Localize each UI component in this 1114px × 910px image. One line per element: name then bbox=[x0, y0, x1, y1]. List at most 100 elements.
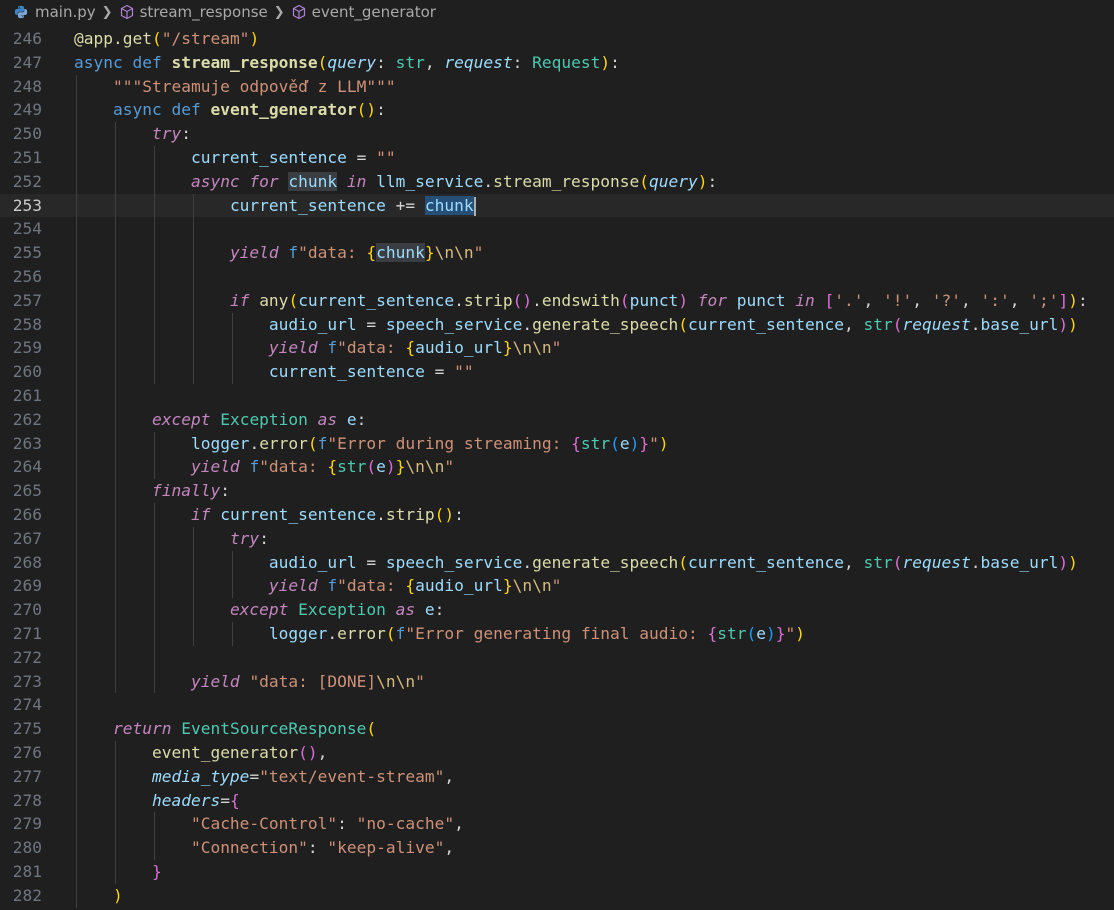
code-token: \n\n bbox=[434, 243, 474, 263]
code-token: " bbox=[785, 624, 796, 643]
line-number: 262 bbox=[12, 409, 42, 429]
code-token: if bbox=[190, 505, 221, 524]
code-token: , bbox=[843, 314, 864, 334]
code-line[interactable]: 250 try: bbox=[0, 122, 1114, 146]
code-text: media_type="text/event-stream", bbox=[74, 765, 454, 789]
code-line[interactable]: 251 current_sentence = "" bbox=[0, 146, 1114, 170]
code-token: , bbox=[424, 52, 445, 72]
code-token: ) bbox=[1068, 290, 1079, 310]
code-token: current_sentence bbox=[688, 552, 844, 572]
line-number: 274 bbox=[12, 695, 42, 715]
code-line[interactable]: 248 """Streamuje odpověď z LLM""" bbox=[0, 75, 1114, 99]
code-token: "Connection" bbox=[190, 838, 308, 858]
code-token: "no-cache" bbox=[356, 814, 455, 834]
code-token: : bbox=[707, 171, 718, 191]
code-line[interactable]: 254 bbox=[0, 217, 1114, 241]
code-line[interactable]: 267 try: bbox=[0, 527, 1114, 551]
line-number: 275 bbox=[12, 719, 42, 739]
code-token: : bbox=[307, 838, 328, 858]
code-token: ':' bbox=[980, 290, 1010, 310]
code-line[interactable]: 274 bbox=[0, 693, 1114, 717]
code-line[interactable]: 249 async def event_generator(): bbox=[0, 98, 1114, 122]
code-token: \n\n bbox=[512, 576, 552, 596]
code-token: async for bbox=[190, 171, 289, 191]
code-line[interactable]: 271 logger.error(f"Error generating fina… bbox=[0, 622, 1114, 646]
code-token: Exception bbox=[220, 409, 308, 429]
code-line[interactable]: 276 event_generator(), bbox=[0, 741, 1114, 765]
code-line[interactable]: 275 return EventSourceResponse( bbox=[0, 717, 1114, 741]
code-text: "Connection": "keep-alive", bbox=[74, 836, 454, 860]
code-line[interactable]: 264 yield f"data: {str(e)}\n\n" bbox=[0, 455, 1114, 479]
code-token: " bbox=[649, 433, 659, 453]
line-number: 273 bbox=[12, 671, 42, 691]
code-text: @app.get("/stream") bbox=[74, 27, 259, 51]
code-token: async def bbox=[112, 100, 211, 120]
code-line[interactable]: 279 "Cache-Control": "no-cache", bbox=[0, 812, 1114, 836]
code-line[interactable]: 268 audio_url = speech_service.generate_… bbox=[0, 551, 1114, 575]
code-text: audio_url = speech_service.generate_spee… bbox=[74, 313, 1078, 337]
code-line[interactable]: 260 current_sentence = "" bbox=[0, 360, 1114, 384]
code-token: yield bbox=[268, 338, 328, 358]
code-line[interactable]: 282 ) bbox=[0, 884, 1114, 908]
code-line[interactable]: 265 finally: bbox=[0, 479, 1114, 503]
code-token: } bbox=[502, 338, 513, 358]
code-token: . bbox=[376, 505, 386, 524]
code-line[interactable]: 246 @app.get("/stream") bbox=[0, 27, 1114, 51]
code-line[interactable]: 273 yield "data: [DONE]\n\n" bbox=[0, 670, 1114, 694]
code-line[interactable]: 262 except Exception as e: bbox=[0, 408, 1114, 432]
code-editor[interactable]: 246 @app.get("/stream") 247 async def strea… bbox=[0, 27, 1114, 910]
code-line[interactable]: 263 logger.error(f"Error during streamin… bbox=[0, 432, 1114, 456]
code-text: yield f"data: {chunk}\n\n" bbox=[74, 241, 483, 265]
code-line[interactable]: 257 if any(current_sentence.strip().ends… bbox=[0, 289, 1114, 313]
code-line[interactable]: 270 except Exception as e: bbox=[0, 598, 1114, 622]
code-text: yield f"data: {audio_url}\n\n" bbox=[74, 336, 561, 360]
line-number: 271 bbox=[12, 624, 42, 643]
code-token: , bbox=[843, 552, 864, 572]
code-token: str bbox=[580, 433, 611, 453]
line-number: 277 bbox=[12, 766, 42, 786]
code-token: { bbox=[229, 790, 240, 810]
breadcrumb-symbol-event-generator[interactable]: event_generator bbox=[291, 3, 436, 21]
code-line[interactable]: 258 audio_url = speech_service.generate_… bbox=[0, 313, 1114, 337]
breadcrumb-file-label: main.py bbox=[35, 3, 96, 21]
breadcrumb-symbol-label: stream_response bbox=[139, 3, 268, 21]
code-line[interactable]: 278 headers={ bbox=[0, 789, 1114, 813]
breadcrumb-file[interactable]: main.py bbox=[0, 3, 96, 21]
code-token: . bbox=[327, 624, 338, 643]
breadcrumb-symbol-stream-response[interactable]: stream_response bbox=[119, 3, 268, 21]
indent-guide bbox=[231, 550, 233, 599]
code-token: : bbox=[454, 505, 464, 524]
code-line[interactable]: 252 async for chunk in llm_service.strea… bbox=[0, 170, 1114, 194]
code-token: current_sentence bbox=[298, 290, 455, 310]
code-token: { bbox=[366, 243, 377, 263]
indent-guide bbox=[153, 146, 155, 384]
code-token: } bbox=[151, 862, 162, 881]
code-token: f bbox=[327, 338, 338, 358]
code-line[interactable]: 256 bbox=[0, 265, 1114, 289]
code-line[interactable]: 277 media_type="text/event-stream", bbox=[0, 765, 1114, 789]
line-number: 250 bbox=[12, 124, 42, 144]
code-line[interactable]: 247 async def stream_response(query: str,… bbox=[0, 51, 1114, 75]
code-token: generate_speech bbox=[532, 552, 679, 572]
code-line[interactable]: 259 yield f"data: {audio_url}\n\n" bbox=[0, 336, 1114, 360]
code-token: , bbox=[317, 743, 328, 762]
code-line[interactable]: 255 yield f"data: {chunk}\n\n" bbox=[0, 241, 1114, 265]
code-line[interactable]: 269 yield f"data: {audio_url}\n\n" bbox=[0, 574, 1114, 598]
code-token: any bbox=[259, 290, 289, 310]
code-line[interactable]: 280 "Connection": "keep-alive", bbox=[0, 836, 1114, 860]
code-line[interactable]: 253 current_sentence += chunk bbox=[0, 193, 1114, 218]
code-token: { bbox=[405, 576, 416, 596]
code-token: ) bbox=[249, 29, 260, 48]
code-token: audio_url bbox=[415, 338, 503, 358]
code-text: yield f"data: {audio_url}\n\n" bbox=[74, 574, 561, 598]
code-line[interactable]: 266 if current_sentence.strip(): bbox=[0, 503, 1114, 527]
code-token: in bbox=[785, 290, 825, 310]
method-cube-icon bbox=[120, 4, 133, 20]
code-line[interactable]: 281 } bbox=[0, 860, 1114, 884]
code-token: "" bbox=[376, 148, 396, 167]
code-token: ( bbox=[892, 552, 903, 572]
code-line[interactable]: 261 bbox=[0, 384, 1114, 408]
code-line[interactable]: 272 bbox=[0, 646, 1114, 670]
